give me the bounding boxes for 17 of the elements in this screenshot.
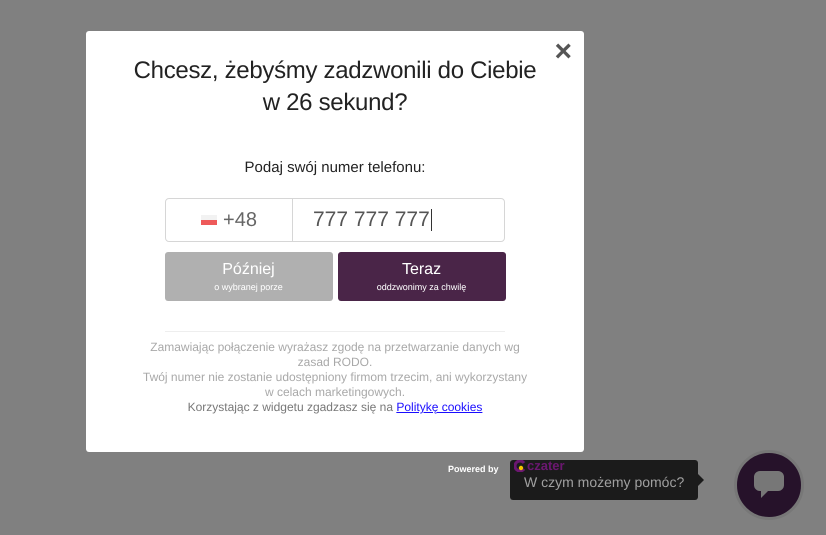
consent-text: Zamawiając połączenie wyrażasz zgodę na przetwarzanie danych wg zasad RODO. xyxy=(149,340,521,370)
phone-field[interactable]: +48 777 777 777 xyxy=(165,198,505,242)
powered-by: Powered by xyxy=(448,464,499,474)
close-button[interactable]: × xyxy=(552,37,574,67)
call-now-button[interactable]: Teraz oddzwonimy za chwilę xyxy=(338,252,506,301)
dialog-title: Chcesz, żebyśmy zadzwonili do Ciebie w 26 sekund? xyxy=(132,56,538,118)
phone-value: 777 777 777 xyxy=(313,208,430,232)
chat-bubble-icon xyxy=(754,471,784,499)
consent-text: Twój numer nie zostanie udostępniony firmom trzecim, ani wykorzystany w celach marketingowych. xyxy=(142,370,528,400)
text-caret xyxy=(430,209,432,231)
cookies-link[interactable]: Politykę cookies xyxy=(396,400,482,414)
brand-name: czater xyxy=(527,458,565,473)
phone-prompt: Podaj swój numer telefonu: xyxy=(244,159,426,176)
country-code[interactable]: +48 xyxy=(223,208,257,232)
cookies-notice: Korzystając z widgetu zgadzasz się na Politykę cookies xyxy=(188,400,482,415)
flag-icon xyxy=(201,215,218,225)
logo-icon xyxy=(514,460,526,472)
